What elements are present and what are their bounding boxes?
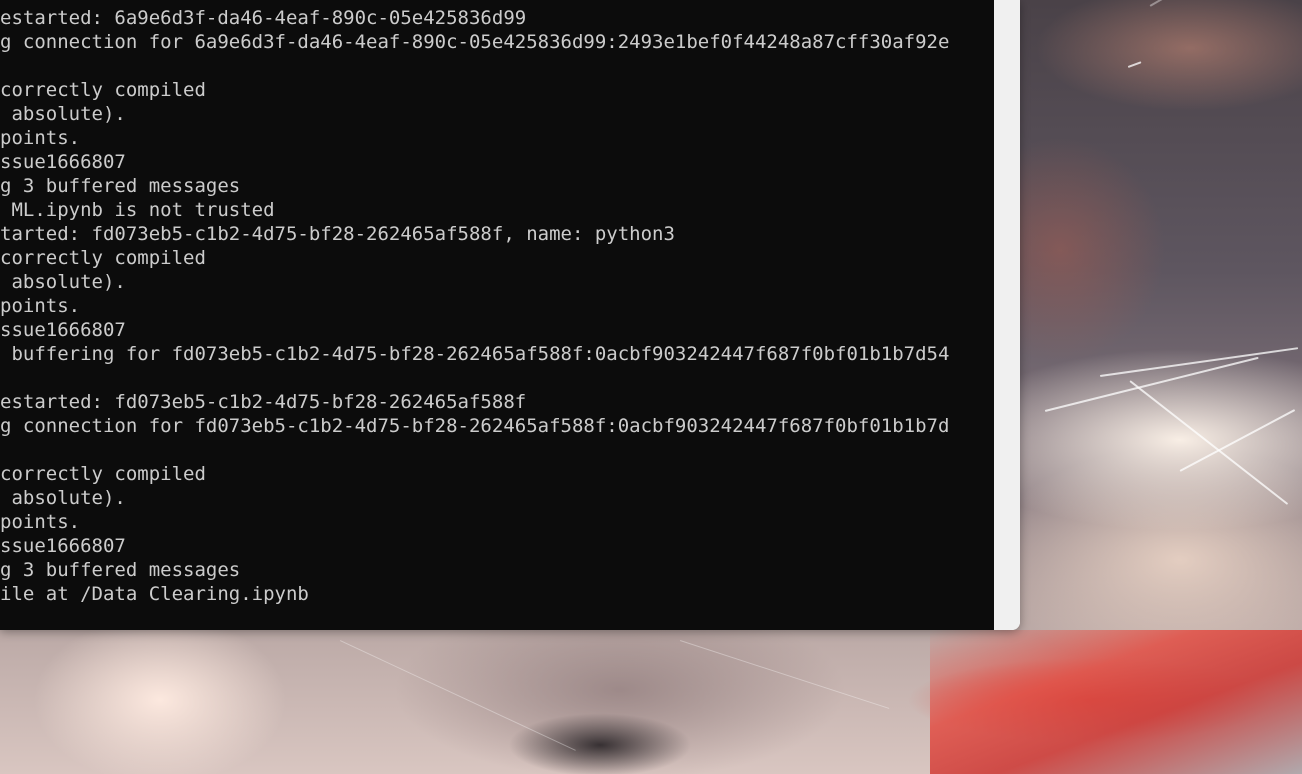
console-line: points. xyxy=(0,295,81,317)
wallpaper-light-streak xyxy=(1127,61,1142,68)
console-line: ML.ipynb is not trusted xyxy=(0,199,275,221)
wallpaper-light-streak xyxy=(1179,409,1296,472)
wallpaper-dark-shape xyxy=(470,700,730,774)
console-line: ile at /Data Clearing.ipynb xyxy=(0,583,309,605)
console-line: points. xyxy=(0,127,81,149)
console-line: points. xyxy=(0,511,81,533)
console-line: absolute). xyxy=(0,271,126,293)
console-line: correctly compiled xyxy=(0,79,206,101)
terminal-window: estarted: 6a9e6d3f-da46-4eaf-890c-05e425… xyxy=(0,0,1020,630)
console-line: ssue1666807 xyxy=(0,319,126,341)
console-line: ssue1666807 xyxy=(0,535,126,557)
console-line: absolute). xyxy=(0,487,126,509)
console-line: correctly compiled xyxy=(0,247,206,269)
wallpaper-light-streak xyxy=(1129,380,1289,505)
console-line: g connection for 6a9e6d3f-da46-4eaf-890c… xyxy=(0,31,950,53)
console-line: estarted: fd073eb5-c1b2-4d75-bf28-262465… xyxy=(0,391,527,413)
window-scrollbar[interactable] xyxy=(994,0,1020,630)
console-line: tarted: fd073eb5-c1b2-4d75-bf28-262465af… xyxy=(0,223,675,245)
console-output[interactable]: estarted: 6a9e6d3f-da46-4eaf-890c-05e425… xyxy=(0,0,994,630)
wallpaper-red-ribbon xyxy=(930,630,1302,774)
console-line: absolute). xyxy=(0,103,126,125)
console-line: buffering for fd073eb5-c1b2-4d75-bf28-26… xyxy=(0,343,950,365)
wallpaper-light-streak xyxy=(1149,0,1290,7)
console-lines: estarted: 6a9e6d3f-da46-4eaf-890c-05e425… xyxy=(0,6,949,606)
console-line: g connection for fd073eb5-c1b2-4d75-bf28… xyxy=(0,415,950,437)
wallpaper-light-streak xyxy=(339,640,576,751)
wallpaper-light-streak xyxy=(679,640,890,709)
console-line: ssue1666807 xyxy=(0,151,126,173)
console-line: estarted: 6a9e6d3f-da46-4eaf-890c-05e425… xyxy=(0,7,527,29)
console-line: correctly compiled xyxy=(0,463,206,485)
wallpaper-light-streak xyxy=(1044,356,1259,412)
console-line: g 3 buffered messages xyxy=(0,559,241,581)
console-line: g 3 buffered messages xyxy=(0,175,241,197)
